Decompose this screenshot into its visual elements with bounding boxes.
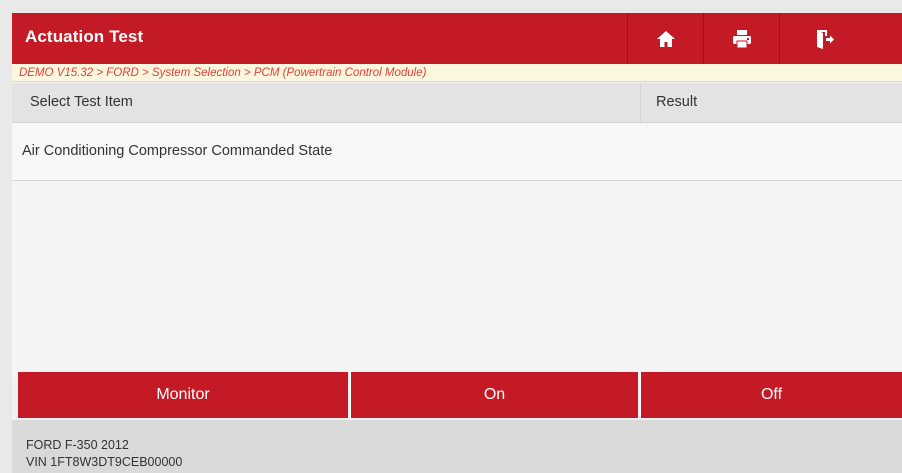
exit-button[interactable] <box>779 13 870 64</box>
title-bar: Actuation Test <box>12 13 902 64</box>
column-header-test-item: Select Test Item <box>30 94 133 110</box>
print-button[interactable] <box>703 13 779 64</box>
breadcrumb: DEMO V15.32 > FORD > System Selection > … <box>12 64 902 82</box>
home-icon <box>656 30 675 47</box>
on-button[interactable]: On <box>350 372 638 418</box>
table-row[interactable]: Air Conditioning Compressor Commanded St… <box>12 123 902 181</box>
action-bar: Monitor On Off <box>18 372 902 418</box>
test-item-table: Select Test Item Result Air Conditioning… <box>12 83 902 382</box>
device-frame: Actuation Test DEMO V15.32 > FORD > Syst… <box>0 0 902 473</box>
app-screen: Actuation Test DEMO V15.32 > FORD > Syst… <box>12 13 902 473</box>
print-icon <box>732 29 751 48</box>
table-header: Select Test Item Result <box>12 83 902 123</box>
home-button[interactable] <box>627 13 703 64</box>
vehicle-vin: VIN 1FT8W3DT9CEB00000 <box>26 455 183 469</box>
page-title: Actuation Test <box>25 27 144 46</box>
monitor-button[interactable]: Monitor <box>18 372 348 418</box>
vehicle-info-footer: FORD F-350 2012 VIN 1FT8W3DT9CEB00000 <box>12 420 902 473</box>
exit-icon <box>817 29 834 49</box>
off-button[interactable]: Off <box>640 372 902 418</box>
test-item-cell: Air Conditioning Compressor Commanded St… <box>22 143 333 159</box>
vehicle-model: FORD F-350 2012 <box>26 438 129 452</box>
column-header-result: Result <box>656 94 698 110</box>
